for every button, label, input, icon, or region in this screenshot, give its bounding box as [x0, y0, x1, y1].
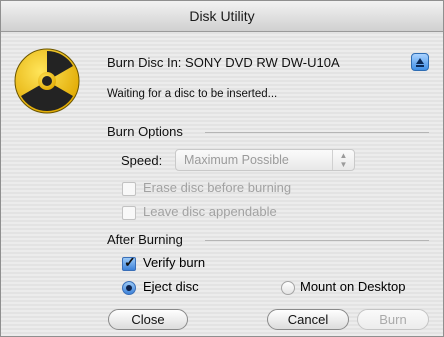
eject-icon[interactable]: [411, 53, 429, 71]
verify-burn-checkbox[interactable]: ✓: [122, 254, 136, 271]
eject-disc-radio[interactable]: [122, 281, 136, 295]
status-text: Waiting for a disc to be inserted...: [107, 88, 278, 100]
erase-disc-checkbox[interactable]: [122, 182, 136, 196]
burn-label: Burn Disc In:: [107, 55, 182, 70]
checkmark-icon: ✓: [124, 254, 136, 270]
disk-utility-window: Disk Utility Burn Disc In: SONY DVD RW D…: [0, 0, 444, 337]
speed-label: Speed:: [121, 153, 163, 168]
close-button[interactable]: Close: [108, 309, 188, 330]
after-burning-heading: After Burning: [107, 232, 183, 247]
mount-on-desktop-label: Mount on Desktop: [300, 279, 406, 294]
verify-burn-label: Verify burn: [143, 255, 206, 270]
leave-appendable-checkbox[interactable]: [122, 206, 136, 220]
title-bar[interactable]: Disk Utility: [1, 1, 443, 32]
window-title: Disk Utility: [189, 8, 255, 24]
radiation-burn-icon: [14, 48, 80, 114]
speed-select[interactable]: Maximum Possible ▲ ▼: [175, 149, 355, 171]
cancel-button[interactable]: Cancel: [267, 309, 349, 330]
erase-disc-label: Erase disc before burning: [143, 180, 292, 195]
burn-disc-in-label: Burn Disc In: SONY DVD RW DW-U10A: [107, 55, 340, 70]
burn-device: SONY DVD RW DW-U10A: [185, 55, 340, 70]
updown-arrows-icon: ▲ ▼: [332, 150, 354, 170]
speed-value: Maximum Possible: [184, 153, 289, 167]
mount-on-desktop-radio[interactable]: [281, 281, 295, 295]
leave-appendable-label: Leave disc appendable: [143, 204, 277, 219]
burn-button[interactable]: Burn: [357, 309, 429, 330]
eject-disc-label: Eject disc: [143, 279, 199, 294]
burn-options-heading: Burn Options: [107, 124, 183, 139]
burn-options-divider: [205, 132, 429, 133]
after-burning-divider: [205, 240, 429, 241]
